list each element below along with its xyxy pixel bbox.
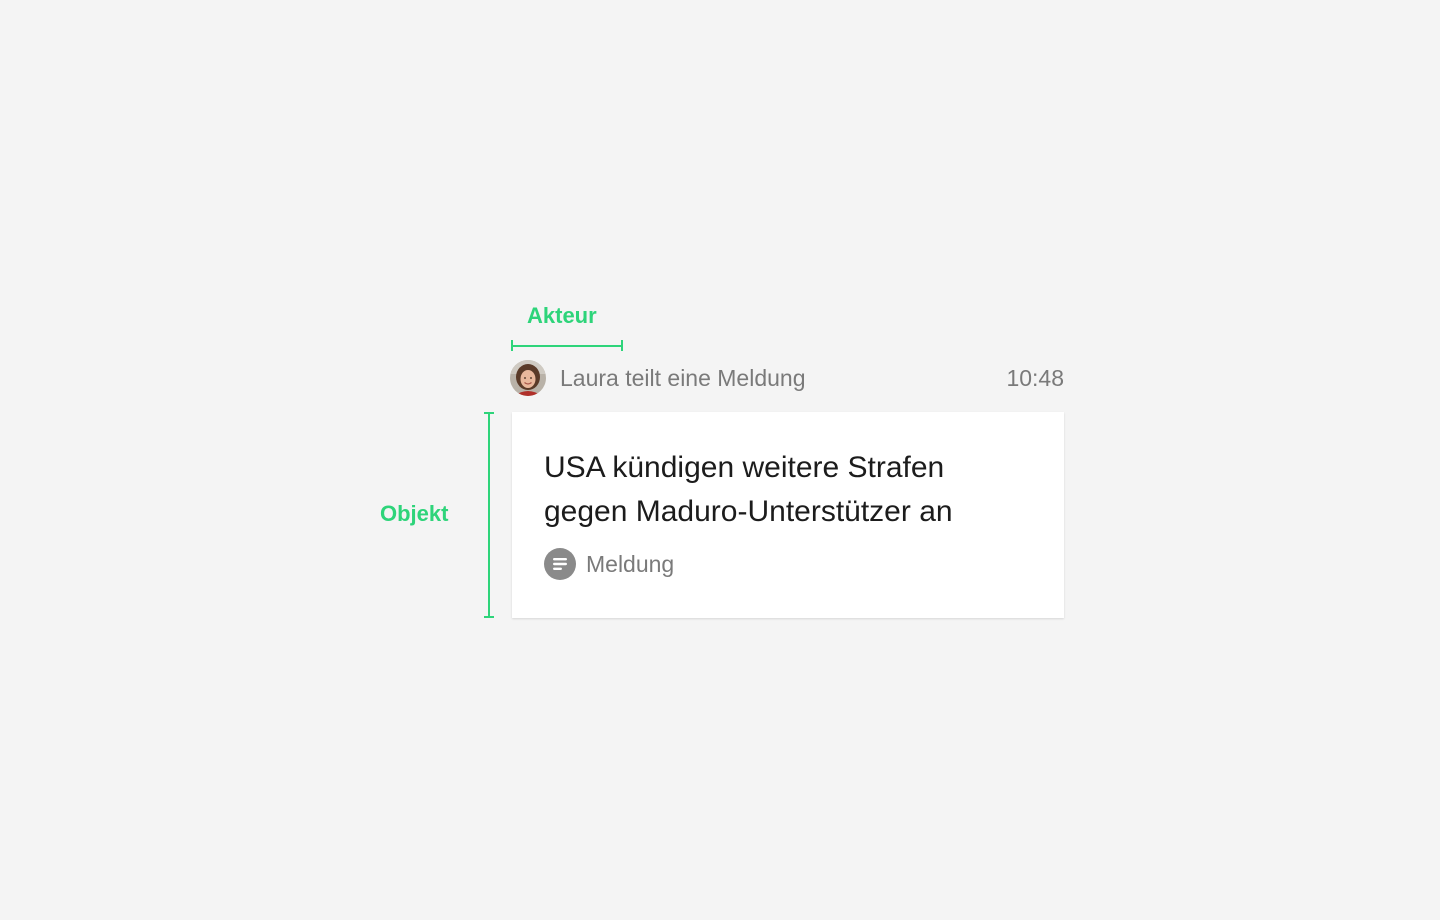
article-title: USA kündigen weitere Strafen gegen Madur…	[544, 451, 953, 528]
annotation-object-label: Objekt	[380, 501, 449, 526]
activity-header: Laura teilt eine Meldung 10:48	[510, 360, 1064, 396]
document-lines-icon	[544, 548, 576, 580]
user-avatar-icon[interactable]	[510, 360, 546, 396]
activity-timestamp: 10:48	[1006, 364, 1064, 391]
annotation-actor-label: Akteur	[527, 303, 597, 328]
object-bracket	[484, 412, 495, 618]
article-type-label: Meldung	[586, 550, 675, 577]
article-type: Meldung	[544, 548, 1032, 580]
activity-description: Laura teilt eine Meldung	[560, 364, 806, 391]
shared-article-card[interactable]: USA kündigen weitere Strafen gegen Madur…	[512, 412, 1064, 618]
actor-bracket	[511, 340, 623, 351]
